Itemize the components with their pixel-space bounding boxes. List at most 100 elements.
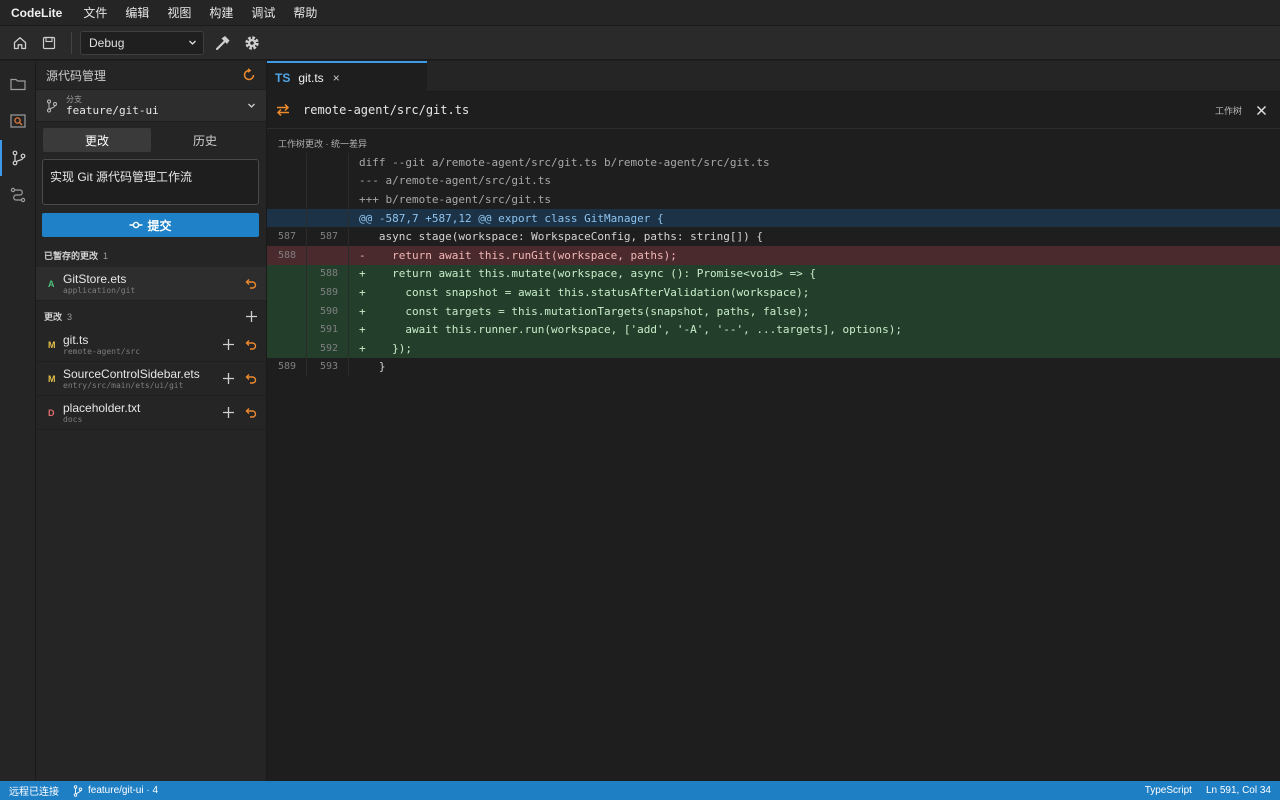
menu-debug[interactable]: 调试 <box>242 4 284 21</box>
branch-icon <box>47 99 57 112</box>
language-mode[interactable]: TypeScript <box>1145 785 1192 796</box>
file-name: git.ts <box>63 332 89 347</box>
home-button[interactable] <box>8 31 32 55</box>
diff-line-text: + }); <box>359 341 412 355</box>
editor-tab-git-ts[interactable]: TS git.ts × <box>267 61 427 92</box>
remote-activity[interactable] <box>0 177 36 213</box>
app-name: CodeLite <box>11 5 63 20</box>
diff-line-context: 587 587 async stage(workspace: WorkspaceC… <box>267 227 1280 246</box>
changes-section-header[interactable]: 更改 3 <box>36 304 266 328</box>
diff-line-context: 589 593 } <box>267 357 1280 377</box>
discard-button[interactable] <box>242 337 258 353</box>
diff-line-text: + const snapshot = await this.statusAfte… <box>359 285 810 299</box>
undo-icon <box>245 407 256 418</box>
branch-selector[interactable]: 分支 feature/git-ui <box>36 89 266 122</box>
status-deleted-badge: D <box>48 407 55 418</box>
plus-icon <box>222 407 234 418</box>
editor-tab-bar: TS git.ts × <box>267 61 1280 92</box>
menu-build[interactable]: 构建 <box>200 4 242 21</box>
menu-view[interactable]: 视图 <box>158 4 200 21</box>
remote-connection-status[interactable]: 远程已连接 <box>9 783 59 798</box>
commit-message-input[interactable]: 实现 Git 源代码管理工作流 <box>42 159 259 205</box>
source-control-activity[interactable] <box>0 140 36 176</box>
diff-line-meta: diff --git a/remote-agent/src/git.ts b/r… <box>267 153 1280 172</box>
explorer-activity[interactable] <box>0 66 36 102</box>
diff-line-added: 591 + await this.runner.run(workspace, ['… <box>267 320 1280 339</box>
search-folder-icon <box>10 114 26 128</box>
new-line-number <box>307 153 349 172</box>
close-tab-button[interactable]: × <box>333 71 340 85</box>
file-path: remote-agent/src <box>63 346 141 356</box>
unstage-button[interactable] <box>242 276 258 292</box>
build-config-select[interactable]: Debug <box>80 30 204 55</box>
old-line-number <box>267 153 307 172</box>
discard-button[interactable] <box>242 405 258 421</box>
toolbar: Debug <box>0 26 1280 60</box>
old-line-number <box>267 208 307 228</box>
undo-icon <box>245 339 256 350</box>
stage-button[interactable] <box>220 371 236 387</box>
search-activity[interactable] <box>0 103 36 139</box>
diff-file-path: remote-agent/src/git.ts <box>303 103 470 117</box>
close-icon[interactable] <box>1256 105 1267 116</box>
diff-line-added: 589 + const snapshot = await this.statusA… <box>267 283 1280 302</box>
chevron-down-icon <box>189 40 196 45</box>
commit-button[interactable]: 提交 <box>42 213 259 237</box>
refresh-icon[interactable] <box>242 68 256 82</box>
changes-count: 3 <box>67 311 73 322</box>
discard-button[interactable] <box>242 371 258 387</box>
save-button[interactable] <box>37 31 61 55</box>
branch-name: feature/git-ui <box>66 103 159 117</box>
menu-help[interactable]: 帮助 <box>284 4 326 21</box>
staged-file-row[interactable]: A GitStore.ets application/git <box>36 267 266 301</box>
diff-view[interactable]: diff --git a/remote-agent/src/git.ts b/r… <box>267 153 1280 780</box>
menu-edit[interactable]: 编辑 <box>116 4 158 21</box>
branch-icon <box>73 784 83 797</box>
stage-button[interactable] <box>220 405 236 421</box>
file-path: application/git <box>63 285 136 295</box>
staged-section-label: 已暂存的更改 <box>44 250 99 261</box>
typescript-icon: TS <box>275 70 291 85</box>
new-line-number <box>307 190 349 209</box>
changes-section-label: 更改 <box>44 311 63 322</box>
sidebar-title: 源代码管理 <box>46 68 107 83</box>
diff-line-added: 592 + }); <box>267 338 1280 358</box>
diff-line-text: } <box>359 360 386 374</box>
diff-line-text: + return await this.mutate(workspace, as… <box>359 267 816 281</box>
tab-changes[interactable]: 更改 <box>43 128 151 152</box>
diff-line-text: @@ -587,7 +587,12 @@ export class GitMan… <box>359 211 664 225</box>
new-line-number <box>307 171 349 191</box>
old-line-number <box>267 190 307 209</box>
source-control-sidebar: 源代码管理 分支 feature/git-ui 更改 历史 实现 Git 源代码… <box>36 61 267 781</box>
stage-button[interactable] <box>220 337 236 353</box>
diff-line-text: diff --git a/remote-agent/src/git.ts b/r… <box>359 155 770 169</box>
diff-line-text: + const targets = this.mutationTargets(s… <box>359 304 810 318</box>
changed-file-row[interactable]: M SourceControlSidebar.ets entry/src/mai… <box>36 362 266 396</box>
file-name: SourceControlSidebar.ets <box>63 366 200 381</box>
diff-line-text: - return await this.runGit(workspace, pa… <box>359 248 677 262</box>
settings-button[interactable] <box>240 31 264 55</box>
cursor-position[interactable]: Ln 591, Col 34 <box>1206 785 1271 796</box>
diff-line-meta: +++ b/remote-agent/src/git.ts <box>267 190 1280 209</box>
file-path: entry/src/main/ets/ui/git <box>63 380 184 390</box>
save-icon <box>42 36 56 49</box>
diff-line-text: async stage(workspace: WorkspaceConfig, … <box>359 230 763 244</box>
home-icon <box>13 36 27 49</box>
build-button[interactable] <box>211 31 235 55</box>
diff-line-text: + await this.runner.run(workspace, ['add… <box>359 323 903 337</box>
stage-all-plus-icon[interactable] <box>245 310 258 323</box>
toolbar-separator <box>71 31 72 54</box>
commit-button-label: 提交 <box>147 218 172 233</box>
new-line-number: 592 <box>307 338 349 358</box>
changed-file-row[interactable]: M git.ts remote-agent/src <box>36 328 266 362</box>
tab-history[interactable]: 历史 <box>151 128 259 152</box>
status-bar: 远程已连接 feature/git-ui · 4 TypeScript Ln 5… <box>0 781 1280 800</box>
menu-file[interactable]: 文件 <box>74 4 116 21</box>
branch-status[interactable]: feature/git-ui · 4 <box>73 784 158 797</box>
diff-line-text: +++ b/remote-agent/src/git.ts <box>359 192 552 206</box>
swap-icon[interactable] <box>275 103 291 117</box>
changed-file-row[interactable]: D placeholder.txt docs <box>36 396 266 430</box>
file-name: GitStore.ets <box>63 271 127 286</box>
staged-section-header[interactable]: 已暂存的更改 1 <box>36 243 266 267</box>
worktree-label[interactable]: 工作树 <box>1215 104 1242 117</box>
